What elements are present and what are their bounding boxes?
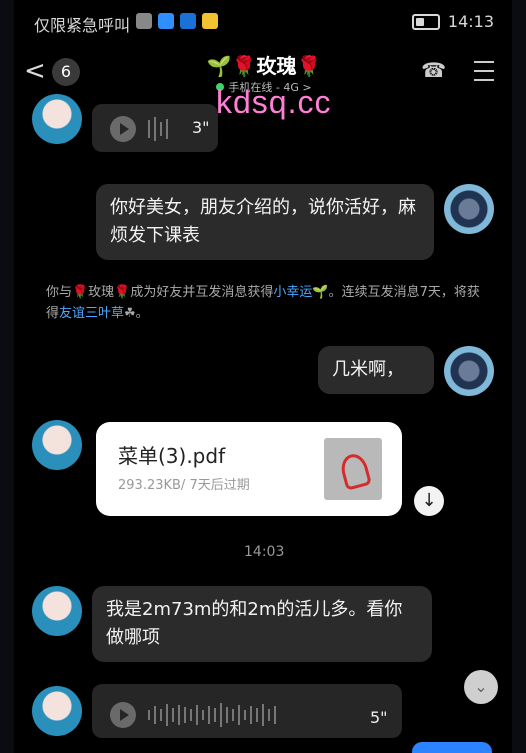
pdf-icon bbox=[324, 438, 382, 500]
my-avatar[interactable] bbox=[444, 346, 494, 396]
lucky-link[interactable]: 小幸运 bbox=[273, 285, 312, 300]
send-button[interactable] bbox=[412, 742, 492, 753]
voice-message[interactable]: 5" bbox=[92, 684, 402, 738]
unread-count-badge[interactable]: 6 bbox=[52, 58, 80, 86]
contact-avatar[interactable] bbox=[32, 686, 82, 736]
waveform-icon bbox=[148, 117, 168, 141]
system-message: 你与🌹玫瑰🌹成为好友并互发消息获得小幸运🌱。连续互发消息7天，将获得友谊三叶草☘… bbox=[46, 282, 486, 324]
voice-duration: 5" bbox=[370, 708, 388, 727]
status-time: 14:13 bbox=[447, 12, 494, 31]
carrier-text: 仅限紧急呼叫 bbox=[34, 16, 131, 35]
phone-icon[interactable]: ☎ bbox=[421, 58, 446, 82]
message-time: 14:03 bbox=[244, 544, 285, 560]
file-meta: 293.23KB/ 7天后过期 bbox=[118, 478, 250, 493]
message-bubble[interactable]: 我是2m73m的和2m的活儿多。看你做哪项 bbox=[92, 586, 432, 662]
my-avatar[interactable] bbox=[444, 184, 494, 234]
wifi-icon bbox=[158, 13, 174, 29]
system-text: 你与🌹玫瑰🌹成为好友并互发消息获得 bbox=[46, 285, 274, 300]
back-icon[interactable]: < bbox=[24, 56, 46, 86]
file-name: 菜单(3).pdf bbox=[118, 444, 226, 468]
status-right: 14:13 bbox=[411, 12, 494, 31]
play-icon[interactable] bbox=[110, 702, 136, 728]
menu-icon[interactable] bbox=[468, 54, 500, 86]
battery-icon bbox=[411, 13, 440, 30]
notification-icon bbox=[202, 13, 218, 29]
contact-avatar[interactable] bbox=[32, 420, 82, 470]
download-icon[interactable]: ↓ bbox=[414, 486, 444, 516]
signal-icon bbox=[136, 13, 152, 29]
status-bar: 仅限紧急呼叫 14:13 bbox=[14, 0, 512, 44]
waveform-icon bbox=[148, 703, 276, 727]
message-bubble[interactable]: 几米啊， bbox=[318, 346, 434, 394]
contact-avatar[interactable] bbox=[32, 94, 82, 144]
contact-avatar[interactable] bbox=[32, 586, 82, 636]
message-bubble[interactable]: 你好美女，朋友介绍的，说你活好，麻烦发下课表 bbox=[96, 184, 434, 260]
friendship-clover-link[interactable]: 友谊三叶草 bbox=[59, 306, 124, 321]
watermark: kdsq.cc bbox=[216, 84, 332, 120]
chat-screen: 仅限紧急呼叫 14:13 < 6 🌱🌹玫瑰🌹 手机在线 - 4G > ☎ kds… bbox=[14, 0, 512, 753]
file-card[interactable]: 菜单(3).pdf 293.23KB/ 7天后过期 bbox=[96, 422, 402, 516]
contact-name: 🌱🌹玫瑰🌹 bbox=[206, 54, 322, 78]
app-icon bbox=[180, 13, 196, 29]
voice-message[interactable]: 3" bbox=[92, 104, 218, 152]
scroll-down-icon[interactable]: ⌄ bbox=[464, 670, 498, 704]
play-icon[interactable] bbox=[110, 116, 136, 142]
voice-duration: 3" bbox=[192, 118, 210, 137]
system-text-suffix: ☘。 bbox=[124, 306, 149, 321]
status-icons bbox=[136, 13, 218, 29]
